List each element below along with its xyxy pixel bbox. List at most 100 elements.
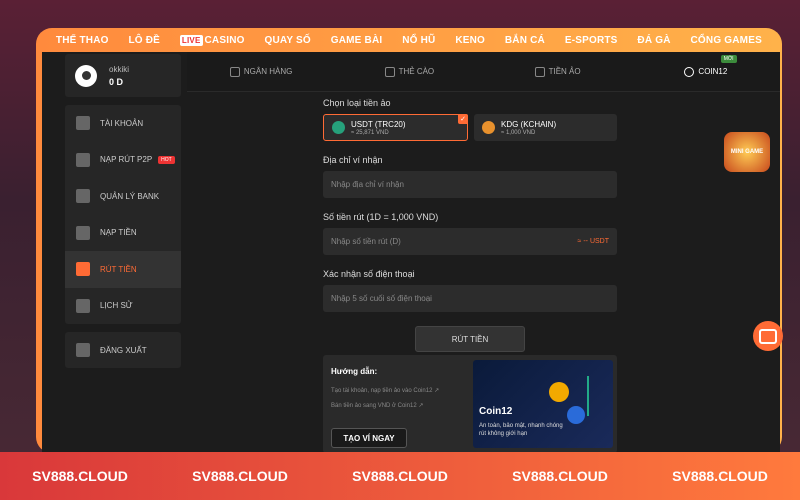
bank-icon bbox=[229, 66, 240, 77]
tab-label: THẺ CÀO bbox=[398, 67, 435, 76]
coin-option-usdt[interactable]: USDT (TRC20) ≈ 25,871 VND ✓ bbox=[323, 114, 468, 141]
chip-label: MINI GAME bbox=[730, 149, 764, 155]
dash-icon bbox=[567, 406, 585, 424]
nav-esports[interactable]: E-SPORTS bbox=[565, 35, 618, 46]
card-icon bbox=[384, 66, 395, 77]
coin-name: USDT (TRC20) bbox=[351, 119, 406, 129]
payment-tabs: NGÂN HÀNG THẺ CÀO TIỀN ẢO MỚI COIN12 bbox=[187, 52, 780, 92]
new-badge: MỚI bbox=[720, 55, 737, 63]
phone-input[interactable] bbox=[331, 294, 609, 303]
sidebar-item-label: RÚT TIỀN bbox=[100, 264, 137, 274]
logout-icon bbox=[76, 343, 90, 357]
coin-option-kdg[interactable]: KDG (KCHAIN) ≈ 1,000 VND bbox=[474, 114, 617, 141]
coin-icon bbox=[684, 66, 695, 77]
sidebar-item-label: QUẢN LÝ BANK bbox=[100, 191, 160, 201]
sidebar: okkiki 0 D TÀI KHOẢN NẠP RÚT P2P HOT QUẢN… bbox=[65, 54, 181, 368]
withdraw-button[interactable]: RÚT TIỀN bbox=[415, 326, 525, 352]
guide-title: Hướng dẫn: bbox=[331, 367, 378, 376]
usdt-conversion: ≈ -- USDT bbox=[577, 238, 609, 245]
avatar-icon bbox=[75, 64, 97, 87]
tab-crypto[interactable]: TIỀN ẢO bbox=[484, 52, 632, 91]
withdraw-form: Chọn loại tiền ảo USDT (TRC20) ≈ 25,871 V… bbox=[323, 98, 617, 352]
tab-label: NGÂN HÀNG bbox=[243, 67, 293, 76]
nav-lo-de[interactable]: LÔ ĐỀ bbox=[129, 35, 161, 46]
footer-domain: SV888.CLOUD bbox=[352, 468, 448, 484]
user-balance: 0 D bbox=[109, 76, 124, 87]
nav-game-bai[interactable]: GAME BÀI bbox=[331, 35, 383, 46]
tab-label: TIỀN ẢO bbox=[548, 67, 581, 76]
promo-logo: Coin12 bbox=[479, 406, 513, 417]
history-icon bbox=[76, 298, 90, 313]
sidebar-item-withdraw[interactable]: RÚT TIỀN bbox=[65, 251, 181, 288]
amount-input[interactable] bbox=[331, 237, 578, 246]
chat-icon[interactable] bbox=[753, 321, 783, 351]
nav-no-hu[interactable]: NỔ HŨ bbox=[402, 35, 435, 46]
deposit-icon bbox=[76, 225, 90, 240]
phone-label: Xác nhận số điện thoại bbox=[323, 269, 415, 279]
promo-tagline: An toàn, bảo mật, nhanh chóng rút không … bbox=[479, 423, 563, 437]
sidebar-item-label: NẠP TIỀN bbox=[100, 228, 137, 238]
chart-icon bbox=[587, 376, 607, 416]
coin-name: KDG (KCHAIN) bbox=[501, 119, 557, 129]
sidebar-item-bank[interactable]: QUẢN LÝ BANK bbox=[65, 178, 181, 215]
amount-field-box: ≈ -- USDT bbox=[323, 228, 617, 255]
tab-card[interactable]: THẺ CÀO bbox=[335, 52, 483, 91]
hot-badge: HOT bbox=[158, 155, 175, 164]
nav-da-ga[interactable]: ĐÁ GÀ bbox=[637, 35, 670, 46]
footer-banner: SV888.CLOUD SV888.CLOUD SV888.CLOUD SV88… bbox=[0, 452, 800, 500]
account-icon bbox=[76, 116, 90, 131]
coin12-promo-banner[interactable]: Coin12 An toàn, bảo mật, nhanh chóng rút… bbox=[473, 360, 613, 448]
nav-casino-label: CASINO bbox=[204, 34, 245, 46]
nav-cong-games[interactable]: CỔNG GAMES bbox=[691, 35, 762, 46]
nav-ban-ca[interactable]: BẮN CÁ bbox=[505, 35, 545, 46]
sidebar-item-deposit[interactable]: NẠP TIỀN bbox=[65, 215, 181, 252]
wallet-address-input[interactable] bbox=[331, 180, 609, 189]
sidebar-item-label: TÀI KHOẢN bbox=[100, 118, 144, 128]
logout-button[interactable]: ĐĂNG XUẤT bbox=[65, 332, 181, 368]
kdg-icon bbox=[482, 121, 495, 134]
mini-game-icon[interactable]: MINI GAME bbox=[724, 132, 770, 172]
sidebar-item-account[interactable]: TÀI KHOẢN bbox=[65, 105, 181, 142]
p2p-icon bbox=[76, 152, 90, 167]
footer-domain: SV888.CLOUD bbox=[512, 468, 608, 484]
username: okkiki bbox=[109, 64, 130, 74]
footer-domain: SV888.CLOUD bbox=[672, 468, 768, 484]
coin-rate: ≈ 25,871 VND bbox=[351, 129, 389, 136]
amount-label: Số tiền rút (1D = 1,000 VND) bbox=[323, 212, 439, 222]
bitcoin-icon bbox=[549, 382, 569, 402]
sidebar-item-label: LỊCH SỬ bbox=[100, 301, 133, 311]
nav-casino[interactable]: LIVE CASINO bbox=[179, 34, 245, 46]
sidebar-item-p2p[interactable]: NẠP RÚT P2P HOT bbox=[65, 142, 181, 179]
nav-quay-so[interactable]: QUAY SỐ bbox=[264, 35, 310, 46]
coin-rate: ≈ 1,000 VND bbox=[501, 129, 536, 136]
usdt-icon bbox=[332, 121, 345, 134]
footer-domain: SV888.CLOUD bbox=[192, 468, 288, 484]
main-panel: NGÂN HÀNG THẺ CÀO TIỀN ẢO MỚI COIN12 Chọn… bbox=[187, 52, 780, 453]
user-box: okkiki 0 D bbox=[65, 54, 181, 97]
sidebar-item-label: NẠP RÚT P2P bbox=[100, 155, 153, 165]
sidebar-item-history[interactable]: LỊCH SỬ bbox=[65, 288, 181, 325]
nav-keno[interactable]: KENO bbox=[455, 35, 485, 46]
coin-options: USDT (TRC20) ≈ 25,871 VND ✓ KDG (KCHAIN) ≈… bbox=[323, 114, 617, 141]
guide-link-sell[interactable]: Bán tiền ảo sang VND ở Coin12 ↗ bbox=[331, 402, 423, 409]
guide-link-create[interactable]: Tạo tài khoản, nạp tiền ảo vào Coin12 ↗ bbox=[331, 387, 439, 394]
nav-the-thao[interactable]: THỂ THAO bbox=[56, 35, 109, 46]
check-icon: ✓ bbox=[458, 114, 468, 124]
sidebar-menu: TÀI KHOẢN NẠP RÚT P2P HOT QUẢN LÝ BANK NẠ… bbox=[65, 105, 181, 324]
tab-label: COIN12 bbox=[698, 67, 728, 76]
bank-icon bbox=[76, 189, 90, 204]
phone-field-box bbox=[323, 285, 617, 312]
tab-bank[interactable]: NGÂN HÀNG bbox=[187, 52, 335, 91]
coin-label: Chọn loại tiền ảo bbox=[323, 98, 391, 108]
create-wallet-button[interactable]: TẠO VÍ NGAY bbox=[331, 428, 407, 448]
logout-label: ĐĂNG XUẤT bbox=[100, 345, 147, 355]
guide-panel: Hướng dẫn: Tạo tài khoản, nạp tiền ảo và… bbox=[323, 355, 617, 453]
content-area: okkiki 0 D TÀI KHOẢN NẠP RÚT P2P HOT QUẢN… bbox=[42, 52, 780, 453]
footer-domain: SV888.CLOUD bbox=[32, 468, 128, 484]
wallet-field-box bbox=[323, 171, 617, 198]
live-badge: LIVE bbox=[179, 34, 203, 46]
wallet-label: Địa chỉ ví nhận bbox=[323, 155, 383, 165]
withdraw-icon bbox=[76, 262, 90, 277]
crypto-icon bbox=[534, 66, 545, 77]
tab-coin12[interactable]: MỚI COIN12 bbox=[632, 52, 780, 91]
